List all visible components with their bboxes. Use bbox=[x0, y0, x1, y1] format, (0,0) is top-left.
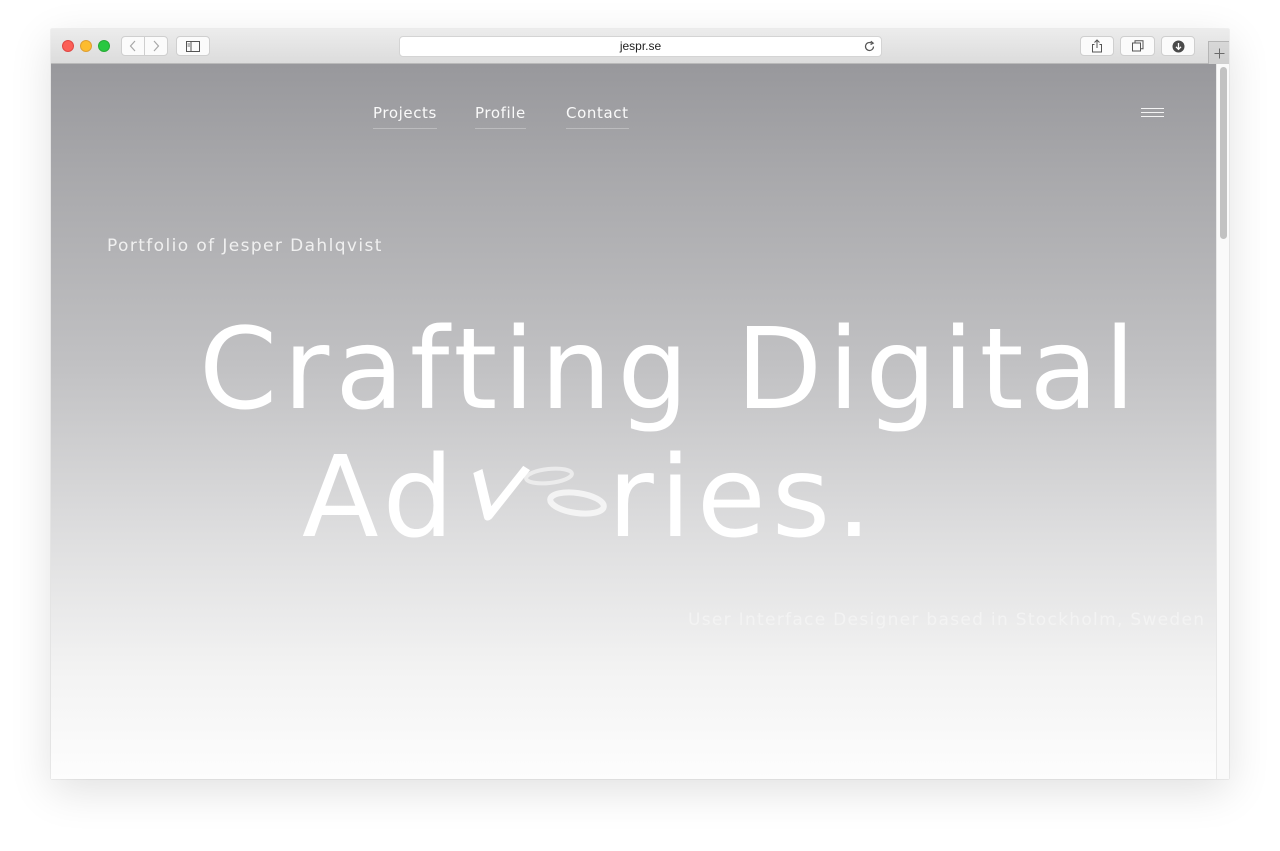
sidebar-icon bbox=[186, 40, 200, 52]
browser-window: jespr.se Projects Profile Contact Portfo… bbox=[51, 29, 1229, 779]
url-text: jespr.se bbox=[619, 39, 662, 53]
download-icon bbox=[1172, 40, 1184, 52]
sidebar-button[interactable] bbox=[176, 36, 210, 56]
back-button[interactable] bbox=[121, 36, 145, 56]
forward-button[interactable] bbox=[144, 36, 168, 56]
hero-line-2-end: ries. bbox=[607, 433, 878, 563]
tabs-overview-icon bbox=[1131, 40, 1143, 52]
tabs-overview-button[interactable] bbox=[1120, 36, 1155, 56]
hamburger-menu-icon[interactable] bbox=[1141, 108, 1164, 120]
chevron-right-icon bbox=[153, 40, 160, 52]
reload-icon[interactable] bbox=[863, 40, 876, 53]
browser-toolbar: jespr.se bbox=[51, 29, 1229, 64]
portfolio-eyebrow: Portfolio of Jesper Dahlqvist bbox=[107, 236, 383, 256]
share-button[interactable] bbox=[1080, 36, 1114, 56]
hero-line-2-start: Ad bbox=[302, 433, 460, 563]
nav-link-projects[interactable]: Projects bbox=[373, 104, 437, 129]
share-icon bbox=[1092, 39, 1102, 53]
scrollbar[interactable] bbox=[1216, 64, 1229, 779]
plus-icon bbox=[1214, 48, 1224, 58]
hero-line-1: Crafting Digital bbox=[199, 305, 1142, 435]
close-window-button[interactable] bbox=[62, 40, 74, 52]
nav-link-profile[interactable]: Profile bbox=[475, 104, 526, 129]
hero-tagline: User Interface Designer based in Stockho… bbox=[688, 610, 1206, 630]
page-viewport: Projects Profile Contact Portfolio of Je… bbox=[51, 64, 1229, 779]
address-bar[interactable]: jespr.se bbox=[399, 36, 882, 57]
downloads-button[interactable] bbox=[1161, 36, 1195, 56]
new-tab-button[interactable] bbox=[1208, 41, 1229, 64]
scrollbar-thumb[interactable] bbox=[1220, 67, 1227, 239]
hero-line-2: Ad ries. bbox=[199, 434, 1099, 562]
minimize-window-button[interactable] bbox=[80, 40, 92, 52]
chevron-left-icon bbox=[129, 40, 136, 52]
hero-headline: Crafting Digital Ad ries. bbox=[199, 305, 1142, 562]
maximize-window-button[interactable] bbox=[98, 40, 110, 52]
nav-link-contact[interactable]: Contact bbox=[566, 104, 629, 129]
